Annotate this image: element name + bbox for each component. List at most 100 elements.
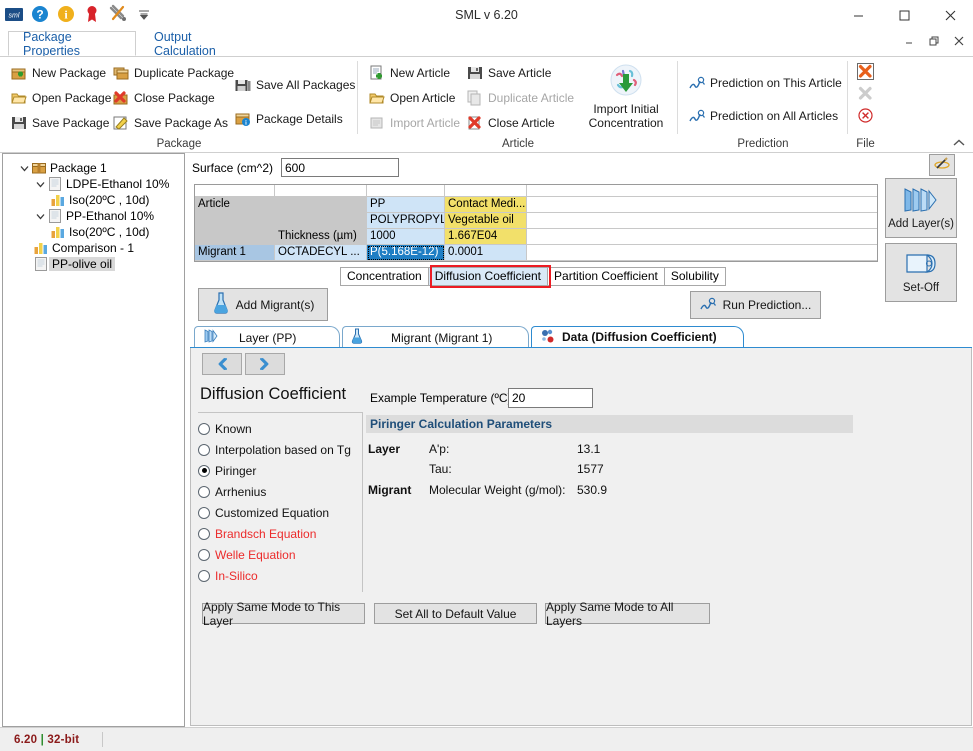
grid-cell-thickness-label[interactable]: Thickness (µm) [275,229,367,245]
radio-option-known[interactable]: Known [198,418,358,439]
ribbon-item-import-article[interactable]: Import Article [366,111,463,135]
run-prediction-button[interactable]: Run Prediction... [690,291,821,319]
grid-cell[interactable] [195,213,275,229]
ribbon-item-new-article[interactable]: New Article [366,61,453,85]
table-row[interactable]: POLYPROPYL... Vegetable oil [195,213,877,229]
radio-option-piringer[interactable]: Piringer [198,460,358,481]
nav-prev-button[interactable] [202,353,242,375]
ribbon-tab-package-properties[interactable]: Package Properties [8,30,136,58]
add-layers-button[interactable]: Add Layer(s) [885,178,957,238]
apply-same-mode-this-layer-button[interactable]: Apply Same Mode to This Layer [202,600,365,628]
tree-item-package-1[interactable]: Package 1 [3,160,184,176]
radio-option-arrhenius[interactable]: Arrhenius [198,481,358,502]
table-row[interactable]: Migrant 1 OCTADECYL ... P(5.168E-12) 0.0… [195,245,877,261]
radio-button[interactable] [198,443,210,456]
tree-item-comparison-1[interactable]: Comparison - 1 [3,240,184,256]
apply-same-mode-all-layers-button[interactable]: Apply Same Mode to All Layers [545,600,710,628]
grid-cell-migrant-label[interactable]: Migrant 1 [195,245,275,261]
close-red-x-icon[interactable] [856,61,876,81]
grid-cell[interactable] [445,185,527,197]
grid-cell[interactable] [527,229,877,245]
tab-partition-coefficient[interactable]: Partition Coefficient [547,267,664,286]
grid-cell[interactable] [275,213,367,229]
ribbon-item-duplicate-article[interactable]: Duplicate Article [464,86,577,110]
tab-concentration[interactable]: Concentration [340,267,428,286]
table-row[interactable]: Article PP Contact Medi... [195,197,877,213]
package-tree-panel[interactable]: Package 1 LDPE-Ethanol 10% Iso(20ºC , 10… [2,153,185,727]
table-row[interactable]: Thickness (µm) 1000 1.667E04 [195,229,877,245]
ribbon-item-import-initial-concentration[interactable]: Import Initial Concentration [580,59,672,130]
grid-cell[interactable] [527,213,877,229]
ribbon-item-open-package[interactable]: Open Package [8,86,114,110]
set-off-button[interactable]: Set-Off [885,243,957,302]
tree-item-iso-pp[interactable]: Iso(20ºC , 10d) [3,224,184,240]
grid-cell[interactable] [195,185,275,197]
ribbon-item-package-details[interactable]: i Package Details [232,107,346,131]
chevron-down-icon[interactable] [17,164,31,173]
radio-button[interactable] [198,569,210,582]
tab-diffusion-coefficient[interactable]: Diffusion Coefficient [427,267,548,286]
grid-cell-thickness-value[interactable]: 1000 [367,229,445,245]
tree-item-ldpe-ethanol[interactable]: LDPE-Ethanol 10% [3,176,184,192]
ribbon-item-save-package[interactable]: Save Package [8,111,112,135]
ribbon-item-close-package[interactable]: Close Package [110,86,218,110]
radio-option-welle-equation[interactable]: Welle Equation [198,544,358,565]
grid-cell-selected-diffusion[interactable]: P(5.168E-12) [367,245,445,261]
exit-circle-x-icon[interactable] [856,105,876,125]
radio-option-interpolation-tg[interactable]: Interpolation based on Tg [198,439,358,460]
maximize-button[interactable] [881,0,927,30]
radio-button[interactable] [198,485,210,498]
example-temperature-input[interactable] [508,388,593,408]
ribbon-tab-output-calculation[interactable]: Output Calculation [140,30,265,58]
grid-cell-medium-thickness[interactable]: 1.667E04 [445,229,527,245]
tree-item-pp-olive-oil[interactable]: PP-olive oil [3,256,184,272]
radio-button[interactable] [198,464,210,477]
ribbon-item-save-article[interactable]: Save Article [464,61,554,85]
article-grid[interactable]: Article PP Contact Medi... POLYPROPYL...… [194,184,878,262]
ribbon-item-prediction-this-article[interactable]: Prediction on This Article [686,71,845,95]
chevron-down-icon[interactable] [33,212,47,221]
radio-option-in-silico[interactable]: In-Silico [198,565,358,586]
ribbon-item-new-package[interactable]: New Package [8,61,109,85]
detail-tab-layer[interactable]: Layer (PP) [194,326,340,348]
grid-cell-migrant-concentration[interactable]: 0.0001 [445,245,527,261]
grid-cell-medium-name[interactable]: Vegetable oil [445,213,527,229]
grid-cell[interactable] [275,185,367,197]
grid-cell-article-label[interactable]: Article [195,197,275,213]
radio-button[interactable] [198,422,210,435]
chevron-down-icon[interactable] [33,180,47,189]
grid-cell[interactable] [195,229,275,245]
ribbon-item-save-package-as[interactable]: Save Package As [110,111,231,135]
detail-tab-migrant[interactable]: Migrant (Migrant 1) [342,326,529,348]
set-all-default-value-button[interactable]: Set All to Default Value [374,603,537,624]
surface-input[interactable] [280,158,399,177]
radio-option-brandsch-equation[interactable]: Brandsch Equation [198,523,358,544]
grid-cell[interactable] [367,185,445,197]
grid-cell[interactable] [275,197,367,213]
wand-button[interactable] [929,154,955,176]
grid-cell[interactable] [527,197,877,213]
grid-cell-migrant-name[interactable]: OCTADECYL ... [275,245,367,261]
ribbon-item-duplicate-package[interactable]: Duplicate Package [110,61,237,85]
add-migrant-button[interactable]: Add Migrant(s) [198,288,328,321]
grid-cell[interactable] [527,245,877,261]
radio-button[interactable] [198,506,210,519]
minimize-button[interactable] [835,0,881,30]
grid-cell[interactable] [527,185,877,197]
detail-tab-data[interactable]: Data (Diffusion Coefficient) [531,326,744,348]
close-button[interactable] [927,0,973,30]
mdi-minimize-button[interactable] [896,30,921,52]
mdi-restore-button[interactable] [921,30,946,52]
nav-next-button[interactable] [245,353,285,375]
tree-item-iso-ldpe[interactable]: Iso(20ºC , 10d) [3,192,184,208]
tree-item-pp-ethanol[interactable]: PP-Ethanol 10% [3,208,184,224]
ribbon-item-close-article[interactable]: Close Article [464,111,558,135]
radio-button[interactable] [198,548,210,561]
mdi-close-button[interactable] [946,30,971,52]
grid-cell-polymer[interactable]: PP [367,197,445,213]
ribbon-item-open-article[interactable]: Open Article [366,86,458,110]
ribbon-item-save-all-packages[interactable]: Save All Packages [232,73,358,97]
tab-solubility[interactable]: Solubility [663,267,726,286]
radio-option-customized-equation[interactable]: Customized Equation [198,502,358,523]
table-row[interactable] [195,185,877,197]
